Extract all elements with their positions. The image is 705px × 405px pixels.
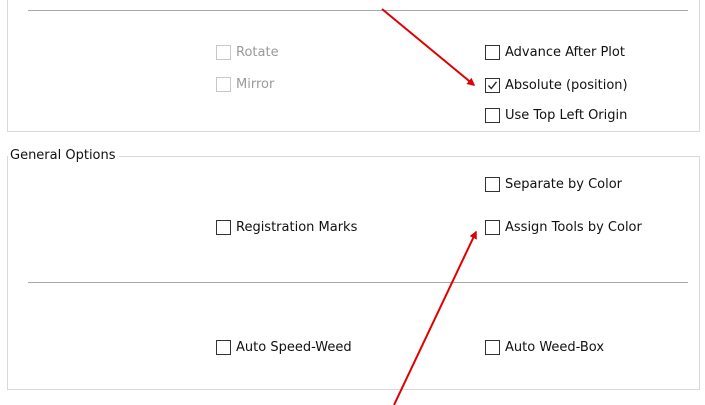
assign-tools-by-color-label: Assign Tools by Color bbox=[505, 220, 642, 235]
general-options-divider bbox=[28, 282, 688, 283]
auto-speed-weed-checkbox[interactable]: Auto Speed-Weed bbox=[216, 340, 352, 355]
registration-marks-label: Registration Marks bbox=[236, 220, 358, 235]
separate-by-color-label: Separate by Color bbox=[505, 177, 623, 192]
auto-speed-weed-label: Auto Speed-Weed bbox=[236, 340, 352, 355]
absolute-position-label: Absolute (position) bbox=[505, 78, 628, 93]
separate-by-color-checkbox-box[interactable] bbox=[485, 177, 500, 192]
use-top-left-origin-checkbox-box[interactable] bbox=[485, 108, 500, 123]
checkmark-icon bbox=[488, 81, 498, 90]
auto-weed-box-label: Auto Weed-Box bbox=[505, 340, 605, 355]
absolute-position-checkbox-box[interactable] bbox=[485, 78, 500, 93]
absolute-position-checkbox[interactable]: Absolute (position) bbox=[485, 78, 628, 93]
mirror-checkbox[interactable]: Mirror bbox=[216, 77, 274, 92]
auto-speed-weed-checkbox-box[interactable] bbox=[216, 340, 231, 355]
auto-weed-box-checkbox-box[interactable] bbox=[485, 340, 500, 355]
top-divider bbox=[28, 10, 688, 11]
mirror-checkbox-box[interactable] bbox=[216, 77, 231, 92]
rotate-label: Rotate bbox=[236, 45, 279, 60]
rotate-checkbox-box[interactable] bbox=[216, 45, 231, 60]
auto-weed-box-checkbox[interactable]: Auto Weed-Box bbox=[485, 340, 604, 355]
registration-marks-checkbox-box[interactable] bbox=[216, 220, 231, 235]
advance-after-plot-checkbox[interactable]: Advance After Plot bbox=[485, 45, 625, 60]
general-options-legend: General Options bbox=[8, 148, 119, 163]
advance-after-plot-checkbox-box[interactable] bbox=[485, 45, 500, 60]
use-top-left-origin-checkbox[interactable]: Use Top Left Origin bbox=[485, 108, 627, 123]
advance-after-plot-label: Advance After Plot bbox=[505, 45, 625, 60]
rotate-checkbox[interactable]: Rotate bbox=[216, 45, 279, 60]
separate-by-color-checkbox[interactable]: Separate by Color bbox=[485, 177, 622, 192]
assign-tools-by-color-checkbox[interactable]: Assign Tools by Color bbox=[485, 220, 642, 235]
mirror-label: Mirror bbox=[236, 77, 275, 92]
assign-tools-by-color-checkbox-box[interactable] bbox=[485, 220, 500, 235]
use-top-left-origin-label: Use Top Left Origin bbox=[505, 108, 628, 123]
registration-marks-checkbox[interactable]: Registration Marks bbox=[216, 220, 357, 235]
